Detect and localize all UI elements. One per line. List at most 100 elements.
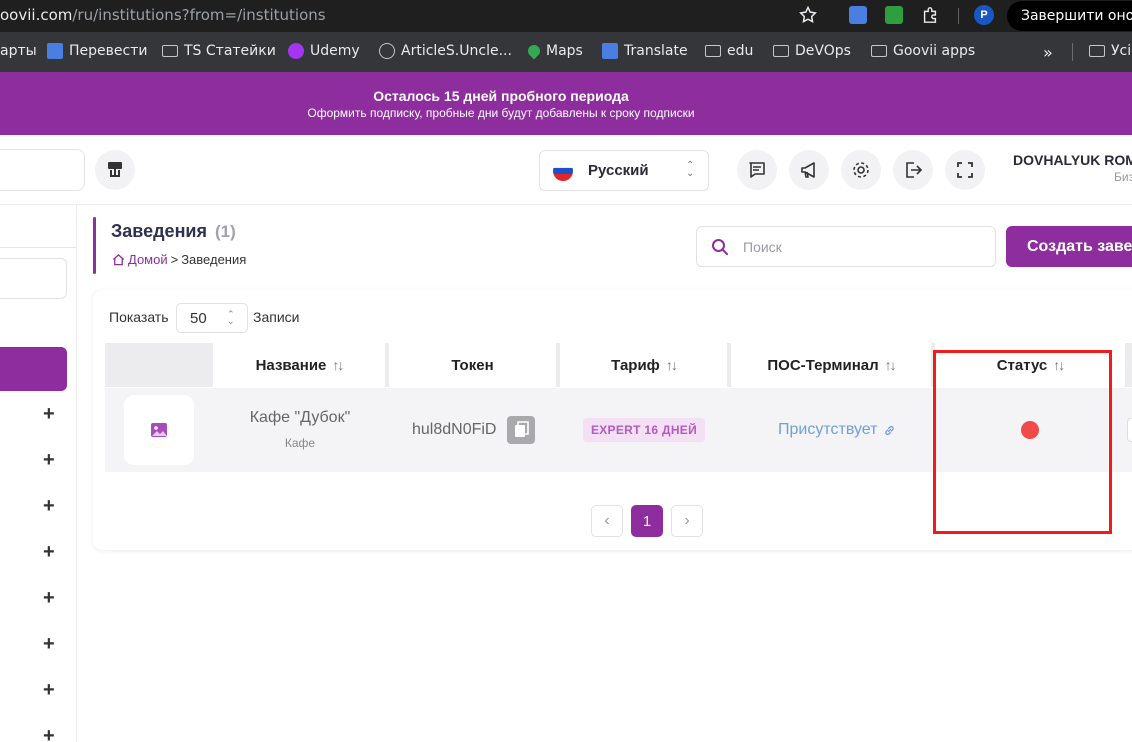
bookmark-label: TS Статейки <box>184 43 276 59</box>
bookmark-item[interactable]: DeVOps <box>773 43 851 59</box>
bookmark-label: Translate <box>624 43 688 59</box>
institution-thumbnail[interactable] <box>124 395 194 465</box>
image-placeholder-icon <box>151 423 167 437</box>
bookmark-item[interactable]: арты <box>0 43 37 59</box>
sidebar: + + + + + + + + <box>0 205 77 742</box>
page-title: Заведения <box>111 221 208 241</box>
institution-token: hul8dN0FiD <box>412 421 497 438</box>
bookmarks-bar: арты Перевести TS Статейки Udemy Article… <box>0 32 1132 72</box>
stand-lamp-button[interactable] <box>95 150 135 190</box>
translate-extension-icon[interactable] <box>849 6 867 24</box>
create-institution-button[interactable]: Создать заве <box>1006 226 1132 267</box>
toolbar-divider <box>958 8 959 24</box>
folder-icon <box>1089 45 1105 57</box>
bookmark-label: Перевести <box>69 43 148 59</box>
overflow-icon: » <box>1043 43 1053 62</box>
sort-icon: ↑↓ <box>665 357 678 373</box>
sidebar-expand-icon[interactable]: + <box>43 680 55 700</box>
bookmark-item[interactable]: Перевести <box>47 43 147 59</box>
green-extension-icon[interactable] <box>885 6 903 24</box>
messages-button[interactable] <box>737 150 777 190</box>
header-search-field[interactable] <box>0 149 85 191</box>
sidebar-expand-icon[interactable]: + <box>43 496 55 516</box>
language-label: Русский <box>588 162 649 179</box>
bookmark-item[interactable]: Goovii apps <box>871 43 975 59</box>
copy-icon <box>515 421 529 437</box>
select-arrows-icon: ⌃ ⌄ <box>227 309 235 326</box>
browser-address-bar: oovii.com/ru/institutions?from=/institut… <box>0 0 1132 32</box>
udemy-icon <box>288 43 304 59</box>
column-label: ПОС-Терминал <box>767 356 879 374</box>
user-name[interactable]: DOVHALYUK ROM <box>1013 152 1132 168</box>
bookmark-star-icon[interactable] <box>798 5 818 25</box>
bookmark-label: DeVOps <box>795 43 851 59</box>
settings-button[interactable] <box>841 150 881 190</box>
column-label: Название <box>255 356 327 374</box>
column-header-tariff[interactable]: Тариф ↑↓ <box>560 343 727 387</box>
institution-name[interactable]: Кафе "Дубок" <box>220 409 380 427</box>
bookmark-item[interactable]: edu <box>705 43 753 59</box>
sidebar-search-field[interactable] <box>0 258 67 299</box>
search-icon <box>712 239 728 255</box>
user-role: Биз <box>1114 170 1132 184</box>
url-host: oovii.com <box>0 6 73 24</box>
lamp-icon <box>108 162 122 177</box>
pagination-prev-button[interactable]: ‹ <box>591 505 623 537</box>
select-arrows-icon: ⌃ ⌄ <box>686 160 695 179</box>
bookmark-item[interactable]: Udemy <box>288 43 360 59</box>
page-size-select[interactable]: 50 ⌃ ⌄ <box>176 303 248 333</box>
bookmark-item[interactable]: TS Статейки <box>162 43 276 59</box>
column-header-name[interactable]: Название ↑↓ <box>213 343 385 387</box>
page-size-value: 50 <box>190 310 207 327</box>
chat-icon <box>749 162 765 178</box>
row-action-button[interactable] <box>1127 418 1132 442</box>
folder-icon <box>871 45 887 57</box>
bookmark-item[interactable]: Усі <box>1089 43 1131 59</box>
sidebar-divider <box>0 247 76 248</box>
announcements-button[interactable] <box>789 150 829 190</box>
trial-subtitle: Оформить подписку, пробные дни будут доб… <box>307 106 695 120</box>
bookmark-item[interactable]: Translate <box>602 43 688 59</box>
pagination-page-1[interactable]: 1 <box>631 505 663 537</box>
column-header-pos[interactable]: ПОС-Терминал ↑↓ <box>731 343 931 387</box>
profile-avatar[interactable]: P <box>974 5 994 25</box>
sidebar-item-active[interactable] <box>0 347 67 391</box>
trial-title: Осталось 15 дней пробного периода <box>373 88 629 104</box>
bookmark-item[interactable]: Maps <box>525 42 583 60</box>
sidebar-expand-icon[interactable]: + <box>43 634 55 654</box>
pos-terminal-link[interactable]: Присутствует <box>778 421 896 439</box>
page-title-accent <box>93 217 96 274</box>
sidebar-expand-icon[interactable]: + <box>43 726 55 742</box>
sidebar-expand-icon[interactable]: + <box>43 404 55 424</box>
maps-icon <box>525 42 543 60</box>
page-count: (1) <box>215 222 236 241</box>
gear-icon <box>853 162 869 178</box>
sort-icon: ↑↓ <box>332 357 344 373</box>
language-select[interactable]: Русский ⌃ ⌄ <box>539 150 709 191</box>
logout-button[interactable] <box>893 150 933 190</box>
link-icon <box>885 425 895 435</box>
bookmark-item[interactable]: ArticleS.Uncle... <box>379 43 512 59</box>
google-translate-icon <box>47 43 63 59</box>
search-input[interactable] <box>743 236 983 258</box>
extensions-puzzle-icon[interactable] <box>921 6 939 24</box>
copy-token-button[interactable] <box>507 416 535 444</box>
records-label: Записи <box>253 309 300 325</box>
end-session-button[interactable]: Завершити оно <box>1007 1 1132 31</box>
sidebar-expand-icon[interactable]: + <box>43 588 55 608</box>
sidebar-expand-icon[interactable]: + <box>43 450 55 470</box>
breadcrumb-home-link[interactable]: Домой <box>128 252 168 267</box>
bookmark-label: edu <box>727 43 754 59</box>
folder-icon <box>162 45 178 57</box>
breadcrumb-separator: > <box>170 252 179 267</box>
bookmark-label: арты <box>0 43 37 59</box>
sidebar-expand-icon[interactable]: + <box>43 542 55 562</box>
fullscreen-button[interactable] <box>945 150 985 190</box>
breadcrumb-current: Заведения <box>181 252 247 267</box>
tariff-badge: EXPERT 16 ДНЕЙ <box>583 418 705 442</box>
bookmark-label: Усі <box>1111 43 1132 59</box>
bookmarks-overflow-button[interactable]: » <box>1043 43 1053 62</box>
trial-banner[interactable]: Осталось 15 дней пробного периода Оформи… <box>0 72 1132 135</box>
url-field[interactable]: oovii.com/ru/institutions?from=/institut… <box>0 6 326 24</box>
pagination-next-button[interactable]: › <box>671 505 703 537</box>
